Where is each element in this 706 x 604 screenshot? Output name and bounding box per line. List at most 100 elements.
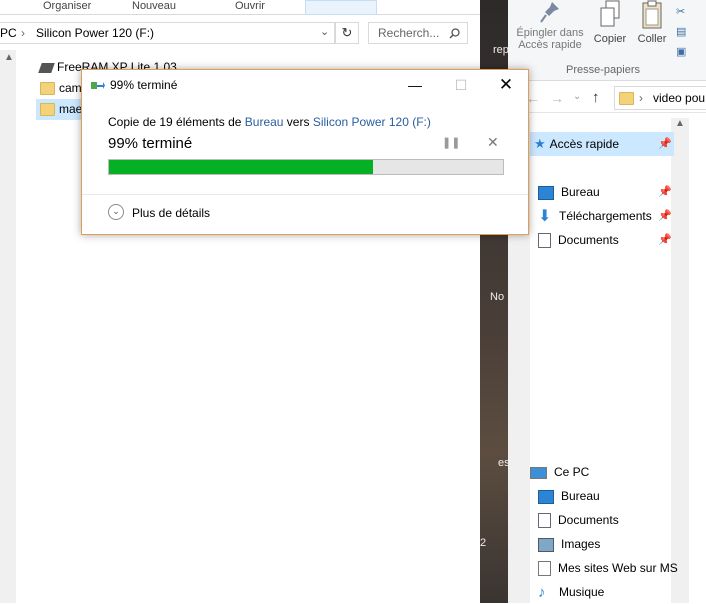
new-button[interactable]: Nouveau: [132, 0, 176, 12]
images-icon: [538, 537, 554, 552]
cancel-button[interactable]: ✕: [487, 134, 501, 150]
refresh-button[interactable]: ↻: [335, 22, 359, 44]
search-placeholder: Recherch...: [378, 26, 440, 40]
nav-pc-music[interactable]: ♪ Musique: [538, 580, 604, 604]
nav-item-downloads[interactable]: ⬇ Téléchargements: [538, 204, 652, 228]
pin-icon[interactable]: 📌: [658, 209, 672, 222]
nav-label: Images: [561, 537, 601, 551]
nav-label: Ce PC: [554, 465, 590, 479]
copy-transfer-icon: [91, 82, 105, 89]
nav-label: Mes sites Web sur MS: [558, 561, 678, 575]
progress-bar: [108, 159, 504, 175]
chevron-down-icon[interactable]: ⌄: [320, 25, 329, 38]
list-item[interactable]: cam: [40, 78, 82, 99]
nav-label: Documents: [558, 513, 619, 527]
divider: [508, 112, 706, 113]
nav-pc-bureau[interactable]: Bureau: [538, 484, 600, 508]
nav-pc-images[interactable]: Images: [538, 532, 600, 556]
address-bar[interactable]: PC › Silicon Power 120 (F:) ⌄: [0, 22, 335, 44]
right-ribbon: Épingler dans Accès rapide Copier Coller…: [508, 0, 706, 81]
folder-icon: [619, 92, 634, 105]
path-drive[interactable]: Silicon Power 120 (F:): [36, 26, 154, 40]
desc-middle: vers: [283, 115, 313, 129]
organize-button[interactable]: Organiser: [43, 0, 91, 12]
scroll-up-icon[interactable]: ▲: [675, 118, 685, 129]
breadcrumb-chevron-icon: ›: [21, 26, 25, 40]
nav-pc-documents[interactable]: Documents: [538, 508, 619, 532]
ribbon-group-label: Presse-papiers: [566, 64, 640, 76]
right-navigation-bar: ← → ⌄ ↑ › video pou: [508, 86, 706, 112]
search-input[interactable]: Recherch...: [368, 22, 468, 44]
paste-label: Coller: [637, 33, 667, 45]
music-icon: ♪: [538, 583, 546, 601]
computer-icon: [530, 466, 547, 479]
nav-item-bureau[interactable]: Bureau: [538, 180, 600, 204]
nav-label: Musique: [559, 585, 605, 599]
nav-label: Documents: [558, 233, 619, 247]
scroll-up-icon[interactable]: ▲: [4, 52, 14, 63]
pause-icon: ❚❚: [442, 137, 461, 149]
up-arrow-icon[interactable]: ↑: [592, 89, 600, 106]
maximize-icon: ☐: [454, 77, 468, 93]
copy-icon: [600, 0, 620, 27]
desktop-text: 2: [480, 537, 487, 549]
desktop-text: No: [490, 291, 505, 303]
destination-link[interactable]: Silicon Power 120 (F:): [313, 115, 431, 129]
progress-fill: [109, 160, 373, 174]
nav-this-pc[interactable]: Ce PC: [530, 460, 589, 484]
refresh-icon: ↻: [341, 25, 353, 40]
recent-chevron-icon[interactable]: ⌄: [573, 91, 581, 102]
nav-label: Bureau: [561, 489, 600, 503]
selected-ribbon-tab[interactable]: [305, 0, 377, 15]
forward-arrow-icon[interactable]: →: [550, 90, 564, 106]
nav-label: Accès rapide: [549, 137, 620, 151]
web-icon: [538, 561, 551, 577]
more-details-button[interactable]: Plus de détails: [132, 206, 210, 220]
pause-button[interactable]: ❚❚: [442, 136, 460, 149]
nav-quick-access[interactable]: ★ Accès rapide: [530, 132, 674, 156]
desktop-icon: [538, 489, 554, 504]
desc-prefix: Copie de 19 éléments de: [108, 115, 245, 129]
close-button[interactable]: ✕: [483, 70, 529, 100]
small-ribbon-buttons[interactable]: ✂ ▤ ▣: [676, 2, 690, 62]
expand-chevron-icon[interactable]: ⌄: [108, 204, 124, 220]
pin-quick-access-button[interactable]: Épingler dans Accès rapide: [512, 0, 588, 51]
nav-pc-websites[interactable]: Mes sites Web sur MS: [538, 556, 678, 580]
nav-label: Bureau: [561, 185, 600, 199]
documents-icon: [538, 233, 551, 249]
copy-progress-dialog: 99% terminé — ☐ ✕ Copie de 19 éléments d…: [81, 69, 529, 235]
source-link[interactable]: Bureau: [245, 115, 284, 129]
navigation-scrollbar[interactable]: ▲: [671, 118, 689, 603]
open-button[interactable]: Ouvrir: [235, 0, 265, 12]
folder-icon: [40, 82, 55, 96]
dialog-title: 99% terminé: [110, 78, 178, 92]
pin-icon[interactable]: 📌: [658, 185, 672, 198]
copy-path-icon[interactable]: ▤: [676, 22, 690, 42]
list-item-label: mae: [59, 102, 83, 116]
documents-icon: [538, 513, 551, 529]
pin-icon[interactable]: 📌: [658, 233, 672, 246]
nav-label: Téléchargements: [559, 209, 652, 223]
paste-button[interactable]: Coller: [634, 0, 670, 45]
right-path[interactable]: video pou: [653, 91, 705, 105]
pin-label: Épingler dans Accès rapide: [516, 27, 584, 51]
nav-item-documents[interactable]: Documents: [538, 228, 619, 252]
minimize-icon: —: [408, 77, 422, 93]
minimize-button[interactable]: —: [392, 70, 438, 100]
path-pc[interactable]: PC: [0, 26, 17, 40]
folder-icon: [40, 103, 55, 117]
star-icon: ★: [534, 136, 546, 151]
cut-icon[interactable]: ✂: [676, 2, 690, 22]
maximize-button[interactable]: ☐: [438, 70, 484, 100]
copy-button[interactable]: Copier: [592, 0, 628, 45]
right-address-bar[interactable]: › video pou: [614, 86, 706, 110]
paste-shortcut-icon[interactable]: ▣: [676, 42, 690, 62]
pin-icon[interactable]: 📌: [658, 137, 672, 150]
desktop-text: rep: [493, 44, 509, 56]
search-icon: [449, 28, 460, 39]
left-scrollbar[interactable]: ▲: [0, 50, 16, 603]
copy-description: Copie de 19 éléments de Bureau vers Sili…: [108, 115, 431, 129]
dialog-divider: [82, 194, 528, 195]
progress-percent: 99% terminé: [108, 135, 193, 152]
clipboard-icon: [642, 0, 662, 29]
